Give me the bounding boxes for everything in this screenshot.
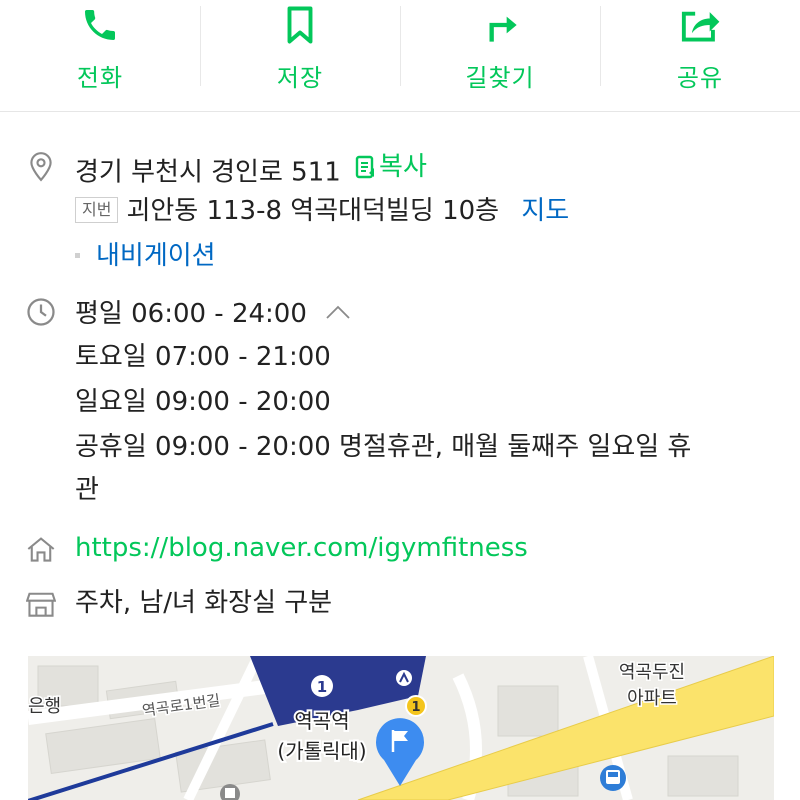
navigation-link[interactable]: 내비게이션 xyxy=(96,241,216,271)
save-button[interactable]: 저장 xyxy=(200,0,400,111)
save-label: 저장 xyxy=(276,64,324,92)
jibun-tag: 지번 xyxy=(75,197,119,223)
directions-icon xyxy=(477,2,523,48)
share-button[interactable]: 공유 xyxy=(600,0,800,111)
facilities-text: 주차, 남/녀 화장실 구분 xyxy=(75,588,333,618)
chevron-up-icon[interactable] xyxy=(325,290,351,335)
jibun-address: 괴안동 113-8 역곡대덕빌딩 10층 xyxy=(126,196,500,226)
hours-holiday-line2: 관 xyxy=(75,475,99,505)
homepage-link[interactable]: https://blog.naver.com/igymfitness xyxy=(75,526,528,571)
home-icon xyxy=(26,534,56,564)
bookmark-icon xyxy=(277,2,323,48)
store-icon xyxy=(26,588,56,618)
bullet-dot xyxy=(75,253,80,258)
location-pin-icon xyxy=(26,151,56,182)
copy-icon xyxy=(355,155,375,178)
bank-label: 은행 xyxy=(28,696,61,717)
exit-badge: 1 xyxy=(411,700,420,715)
clock-icon xyxy=(26,297,56,327)
walking-icon xyxy=(396,670,412,686)
station-number: 1 xyxy=(317,678,327,696)
action-bar: 전화 저장 길찾기 공유 xyxy=(0,0,800,112)
map-link[interactable]: 지도 xyxy=(521,196,569,226)
share-label: 공유 xyxy=(676,64,724,92)
copy-address-button[interactable]: 복사 xyxy=(355,145,427,190)
place-info: 경기 부천시 경인로 511 복사 지번 괴안동 113-8 역곡대덕빌딩 10층… xyxy=(0,113,800,656)
call-label: 전화 xyxy=(76,64,124,92)
apartment-label-line1: 역곡두진 xyxy=(619,662,685,683)
hours-holiday-line1: 공휴일 09:00 - 20:00 명절휴관, 매월 둘째주 일요일 휴 xyxy=(75,432,692,462)
bus-stop-icon xyxy=(600,765,626,791)
directions-label: 길찾기 xyxy=(465,64,535,92)
map-preview[interactable]: 1 1 역곡역 (가톨릭대) 역곡로1번길 은행 역곡두진 아파트 xyxy=(28,656,774,800)
directions-button[interactable]: 길찾기 xyxy=(400,0,600,111)
share-icon xyxy=(677,2,723,48)
phone-icon xyxy=(77,2,123,48)
station-name: 역곡역 xyxy=(294,709,349,733)
call-button[interactable]: 전화 xyxy=(0,0,200,111)
apartment-label-line2: 아파트 xyxy=(627,688,677,709)
copy-label: 복사 xyxy=(379,152,427,182)
map-canvas: 1 1 역곡역 (가톨릭대) 역곡로1번길 은행 역곡두진 아파트 xyxy=(28,656,774,800)
hours-weekday: 평일 06:00 - 24:00 xyxy=(75,299,307,329)
station-sub: (가톨릭대) xyxy=(277,739,366,763)
hours-saturday: 토요일 07:00 - 21:00 xyxy=(75,342,331,372)
hours-sunday: 일요일 09:00 - 20:00 xyxy=(75,387,331,417)
road-address: 경기 부천시 경인로 511 xyxy=(75,157,341,188)
